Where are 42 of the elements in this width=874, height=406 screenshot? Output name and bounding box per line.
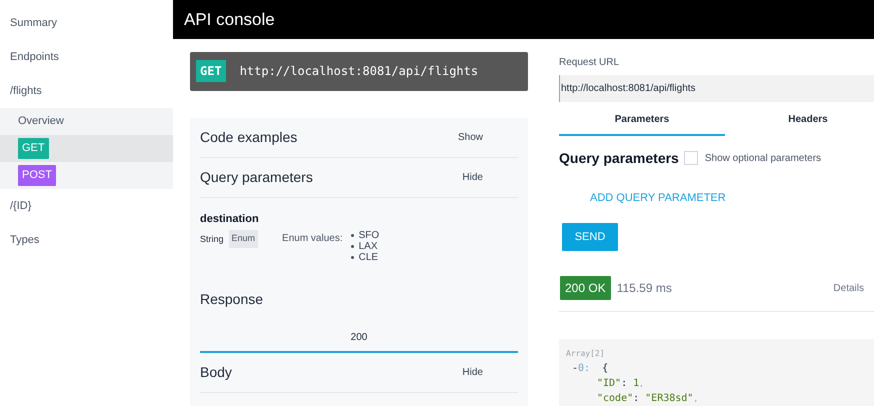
url-field[interactable]: http://localhost:8081/api/flights [559, 74, 874, 102]
section-title: Query parameters [559, 148, 679, 168]
tab[interactable]: Parameters [559, 106, 725, 136]
json-line: "ID": 1, [596, 377, 645, 391]
sidebar-item[interactable]: Overview [0, 108, 173, 135]
bullet-icon [350, 256, 354, 259]
section-title: Code examples [200, 128, 298, 147]
status-badge: 200 OK [560, 276, 611, 300]
section-title: Response [200, 290, 264, 309]
sidebar-item[interactable]: Endpoints [0, 40, 173, 74]
sidebar-item[interactable]: Summary [0, 6, 173, 40]
field-label: Request URL [559, 56, 620, 70]
enum-tag: Enum [228, 230, 258, 248]
page-title: API console [184, 8, 275, 30]
enum-value: SFO [350, 230, 380, 241]
checkbox-label: Show optional parameters [704, 152, 822, 166]
response-tab[interactable]: 200 [200, 324, 518, 353]
bullet-icon [350, 245, 354, 248]
enum-value: CLE [350, 252, 380, 263]
parameter-type: String [200, 233, 224, 246]
enum-value: LAX [350, 241, 380, 252]
toggle-link[interactable]: Hide [462, 170, 483, 184]
toggle-link[interactable]: Show [458, 130, 483, 144]
bullet-icon [350, 234, 354, 237]
json-line: Array[2] [566, 348, 606, 360]
json-line: -0: { [571, 362, 610, 376]
sidebar-item[interactable]: POST [0, 162, 173, 189]
response-time: 115.59 ms [616, 280, 672, 297]
sidebar-item[interactable]: /{ID} [0, 189, 173, 223]
endpoint-url: http://localhost:8081/api/flights [240, 63, 478, 80]
method-badge: GET [196, 60, 226, 82]
details-link[interactable]: Details [833, 280, 864, 296]
parameter-name: destination [200, 212, 260, 226]
tab[interactable]: Headers [725, 106, 874, 136]
section-title: Body [200, 363, 232, 382]
sidebar-item[interactable]: /flights [0, 74, 173, 108]
enum-label: Enum values: [282, 232, 343, 246]
section-title: Query parameters [200, 168, 313, 187]
json-line: "code": "ER38sd", [596, 392, 700, 406]
checkbox[interactable] [684, 151, 698, 165]
toggle-link[interactable]: Hide [462, 365, 483, 380]
sidebar-item[interactable]: Types [0, 223, 173, 257]
